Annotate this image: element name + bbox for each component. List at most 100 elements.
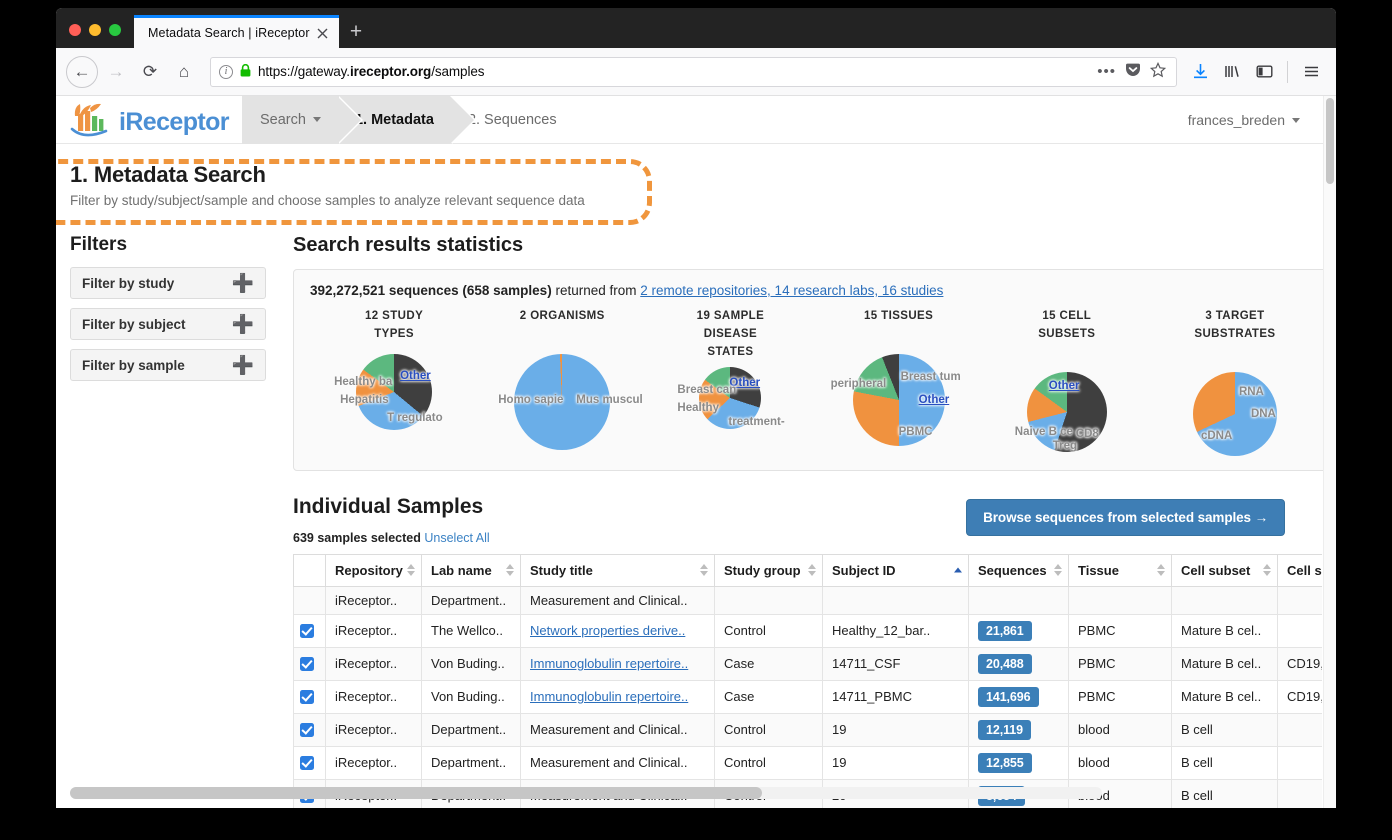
sequence-count-badge[interactable]: 141,696 xyxy=(978,686,1039,707)
cell-tissue: PBMC xyxy=(1068,614,1172,648)
downloads-icon[interactable] xyxy=(1185,57,1215,87)
row-checkbox-cell[interactable] xyxy=(293,746,326,780)
column-header-cell-subset[interactable]: Cell subset xyxy=(1171,553,1278,587)
cell-study-title[interactable]: Network properties derive.. xyxy=(520,614,715,648)
filters-sidebar: Filters Filter by study ➕ Filter by subj… xyxy=(70,234,266,808)
row-checkbox-cell[interactable] xyxy=(293,680,326,714)
select-all-column-header[interactable] xyxy=(293,553,326,587)
close-window-button[interactable] xyxy=(69,24,81,36)
maximize-window-button[interactable] xyxy=(109,24,121,36)
sort-icon[interactable] xyxy=(1054,564,1062,577)
filter-by-sample-button[interactable]: Filter by sample ➕ xyxy=(70,349,266,381)
stats-sources-link[interactable]: 2 remote repositories, 14 research labs,… xyxy=(640,283,943,298)
pie-chart: PBMC peripheral Breast tum Other xyxy=(831,353,961,446)
sort-icon[interactable] xyxy=(1263,564,1271,577)
app-menu-icon[interactable] xyxy=(1296,57,1326,87)
vertical-scrollbar[interactable] xyxy=(1323,96,1336,808)
table-row[interactable]: iReceptor.. Von Buding.. Immunoglobulin re… xyxy=(293,680,1322,714)
pie-chart-cell: 3 TARGET SUBSTRATES cDNA RNA DNA xyxy=(1151,308,1319,456)
column-header-label: Study title xyxy=(530,562,593,578)
study-title-link[interactable]: Immunoglobulin repertoire.. xyxy=(530,656,688,671)
unselect-all-link[interactable]: Unselect All xyxy=(424,531,489,545)
table-row[interactable]: iReceptor..Department..Measurement and C… xyxy=(293,713,1322,747)
table-row[interactable]: iReceptor.. The Wellco.. Network propertie… xyxy=(293,614,1322,648)
study-title-link[interactable]: Network properties derive.. xyxy=(530,623,685,638)
sequence-count-badge[interactable]: 20,488 xyxy=(978,653,1032,674)
pie-slice-label: Breast tum xyxy=(900,370,961,383)
close-tab-icon[interactable] xyxy=(313,24,331,42)
bookmark-star-icon[interactable] xyxy=(1149,61,1167,81)
pie-chart-row: 12 STUDY TYPES Other T regulato Hepatitis Hea… xyxy=(310,308,1319,456)
pie-slice-label[interactable]: Other xyxy=(919,394,950,406)
pie-slice-label[interactable]: Other xyxy=(400,370,431,382)
pocket-icon[interactable] xyxy=(1125,62,1141,81)
ireceptor-logo[interactable]: iReceptor xyxy=(70,102,242,138)
column-header-study-group[interactable]: Study group xyxy=(714,553,823,587)
browse-sequences-button[interactable]: Browse sequences from selected samples → xyxy=(966,498,1285,536)
cell-cell-subset-2 xyxy=(1277,746,1322,780)
row-checkbox-cell[interactable] xyxy=(293,614,326,648)
reload-button[interactable]: ⟳ xyxy=(134,56,166,88)
row-checkbox[interactable] xyxy=(299,624,314,639)
column-header-repository[interactable]: Repository xyxy=(325,553,422,587)
column-header-sequences[interactable]: Sequences xyxy=(968,553,1069,587)
library-icon[interactable] xyxy=(1217,57,1247,87)
forward-button[interactable]: → xyxy=(100,56,132,88)
sort-icon[interactable] xyxy=(506,564,514,577)
sequence-count-badge[interactable]: 12,119 xyxy=(978,719,1031,740)
breadcrumb-search[interactable]: Search xyxy=(242,96,363,144)
back-button[interactable]: ← xyxy=(66,55,98,88)
row-checkbox[interactable] xyxy=(299,723,314,738)
row-checkbox-cell[interactable] xyxy=(293,586,326,615)
cell-tissue: PBMC xyxy=(1068,647,1172,681)
table-row[interactable]: iReceptor..Department..Measurement and C… xyxy=(293,746,1322,780)
minimize-window-button[interactable] xyxy=(89,24,101,36)
row-checkbox[interactable] xyxy=(299,657,314,672)
filter-by-subject-button[interactable]: Filter by subject ➕ xyxy=(70,308,266,340)
sequence-count-badge[interactable]: 21,861 xyxy=(978,620,1032,641)
new-tab-button[interactable]: + xyxy=(339,15,373,48)
page-info-icon[interactable]: i xyxy=(219,64,233,79)
column-header-study-title[interactable]: Study title xyxy=(520,553,715,587)
sort-icon[interactable] xyxy=(808,564,816,577)
sort-icon[interactable] xyxy=(407,564,415,577)
pie-chart-cell: 15 CELL SUBSETS Other CD8 Treg Naive B ce xyxy=(983,308,1151,456)
url-bar[interactable]: i https://gateway.ireceptor.org/samples … xyxy=(210,56,1177,87)
sort-icon[interactable] xyxy=(700,564,708,577)
column-header-cell-sub[interactable]: Cell sub xyxy=(1277,553,1322,587)
study-title-link[interactable]: Immunoglobulin repertoire.. xyxy=(530,689,688,704)
cell-lab-name: Von Buding.. xyxy=(421,680,521,714)
cell-cell-subset-2 xyxy=(1277,713,1322,747)
column-header-tissue[interactable]: Tissue xyxy=(1068,553,1172,587)
pie-slice-label: PBMC xyxy=(898,425,933,438)
browser-tab[interactable]: Metadata Search | iReceptor xyxy=(134,15,339,48)
cell-tissue: blood xyxy=(1068,713,1172,747)
row-checkbox[interactable] xyxy=(299,756,314,771)
table-row[interactable]: iReceptor..Department..Measurement and C… xyxy=(293,586,1322,615)
row-checkbox-cell[interactable] xyxy=(293,713,326,747)
home-button[interactable]: ⌂ xyxy=(168,56,200,88)
vertical-scrollbar-thumb[interactable] xyxy=(1326,98,1334,184)
table-row[interactable]: iReceptor.. Von Buding.. Immunoglobulin re… xyxy=(293,647,1322,681)
cell-study-title[interactable]: Immunoglobulin repertoire.. xyxy=(520,680,715,714)
filter-by-study-label: Filter by study xyxy=(82,275,175,291)
user-menu[interactable]: frances_breden xyxy=(1188,96,1300,144)
sidebar-icon[interactable] xyxy=(1249,57,1279,87)
sequence-count-badge[interactable]: 12,855 xyxy=(978,752,1032,773)
page-actions-icon[interactable]: ••• xyxy=(1097,63,1116,80)
horizontal-scrollbar[interactable] xyxy=(70,787,1102,799)
row-checkbox-cell[interactable] xyxy=(293,647,326,681)
cell-tissue xyxy=(1068,586,1172,615)
filter-by-study-button[interactable]: Filter by study ➕ xyxy=(70,267,266,299)
column-header-subject-id[interactable]: Subject ID xyxy=(822,553,969,587)
sort-icon[interactable] xyxy=(1157,564,1165,577)
sort-ascending-icon[interactable] xyxy=(954,567,962,573)
column-header-lab-name[interactable]: Lab name xyxy=(421,553,521,587)
filters-heading: Filters xyxy=(70,234,128,255)
pie-slice-label[interactable]: Other xyxy=(1049,380,1080,392)
row-checkbox[interactable] xyxy=(299,690,314,705)
tab-strip: Metadata Search | iReceptor + xyxy=(56,8,1336,48)
cell-study-title[interactable]: Immunoglobulin repertoire.. xyxy=(520,647,715,681)
horizontal-scrollbar-thumb[interactable] xyxy=(70,787,762,799)
pie-slice-label: Naive B ce xyxy=(1014,425,1073,438)
